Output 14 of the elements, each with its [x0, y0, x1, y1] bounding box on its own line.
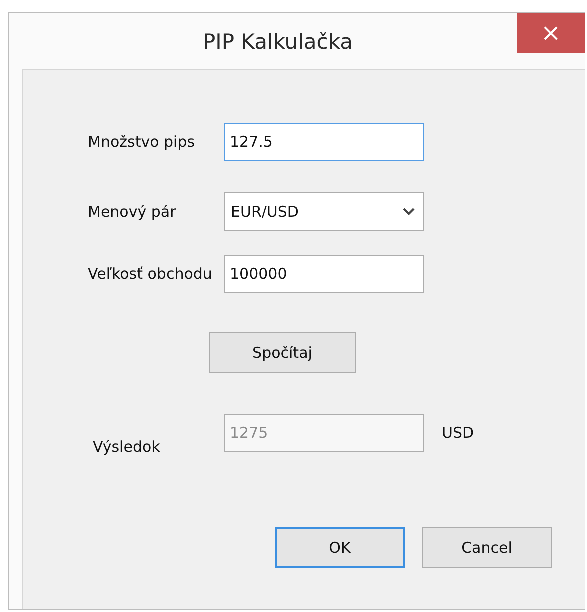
calculate-button[interactable]: Spočítaj [209, 332, 356, 373]
field-label: Menový pár [87, 202, 178, 220]
field-label: Veľkosť obchodu [87, 265, 214, 283]
result-label: Výsledok [92, 438, 162, 456]
input-field[interactable]: 100000 [224, 255, 424, 293]
close-button[interactable]: × [517, 13, 585, 53]
window-title: PIP Kalkulačka [202, 29, 354, 54]
ok-button[interactable]: OK [275, 527, 405, 568]
currency-unit: USD [441, 424, 476, 442]
cancel-button[interactable]: Cancel [422, 527, 552, 568]
currency-pair-dropdown[interactable]: EUR/USD [224, 192, 424, 231]
input-field[interactable]: 127.5 [224, 123, 424, 161]
chevron-down-icon [403, 208, 415, 216]
field-label: Množstvo pips [87, 133, 196, 151]
